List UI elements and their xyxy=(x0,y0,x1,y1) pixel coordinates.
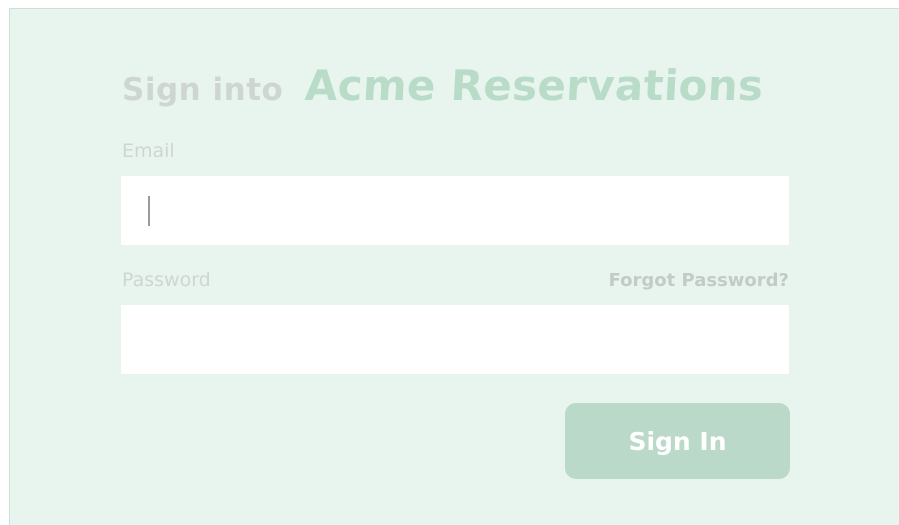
sign-in-panel: Sign into Acme Reservations Email Passwo… xyxy=(9,8,899,525)
text-caret xyxy=(148,196,150,226)
password-field[interactable] xyxy=(121,305,789,374)
sign-in-button[interactable]: Sign In xyxy=(565,403,790,479)
page-title: Sign into Acme Reservations xyxy=(122,61,765,110)
password-label: Password xyxy=(122,269,211,291)
forgot-password-link[interactable]: Forgot Password? xyxy=(609,270,789,291)
email-label: Email xyxy=(122,140,175,162)
title-prefix: Sign into xyxy=(122,72,284,108)
brand-name: Acme Reservations xyxy=(304,61,765,110)
email-field[interactable] xyxy=(121,176,789,245)
